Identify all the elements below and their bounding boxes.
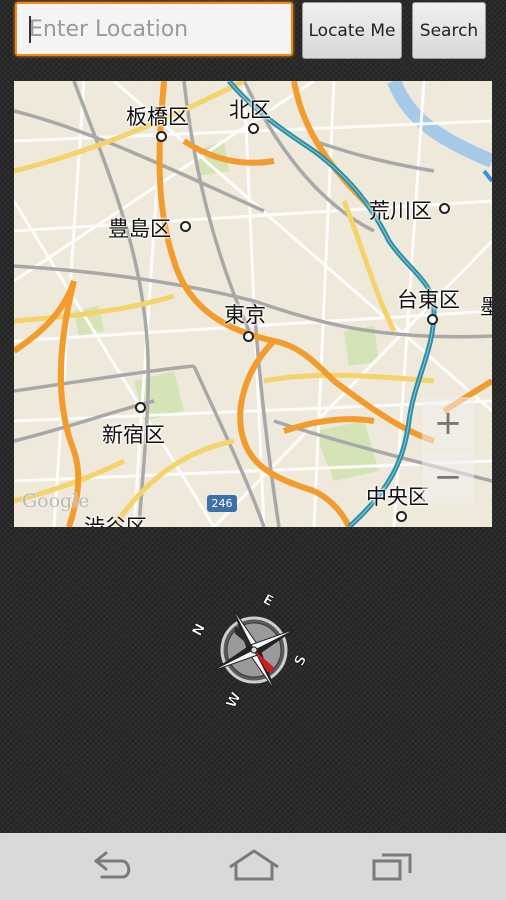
- map-label-arakawa: 荒川区: [369, 199, 432, 223]
- map-label-kita: 北区: [229, 98, 271, 122]
- map-label-toshima: 豊島区: [108, 217, 171, 241]
- map-label-shinjuku: 新宿区: [102, 423, 165, 447]
- compass-widget: N E S W: [189, 591, 310, 711]
- zoom-out-button[interactable]: −: [422, 451, 474, 503]
- map-view[interactable]: 板橋区 北区 荒川区 豊島区 台東区 東京 新宿区 中央区 渋谷区 墨 246 …: [14, 81, 492, 527]
- map-marker-toshima: [180, 221, 191, 232]
- map-marker-taito: [427, 314, 438, 325]
- home-icon[interactable]: [226, 847, 282, 887]
- compass-south-label: S: [291, 652, 310, 668]
- map-label-itabashi: 板橋区: [126, 105, 189, 129]
- map-marker-kita: [248, 123, 259, 134]
- map-label-taito: 台東区: [397, 288, 460, 312]
- system-navigation-bar: [0, 833, 506, 900]
- recent-apps-icon[interactable]: [370, 847, 418, 887]
- map-marker-shinjuku: [135, 402, 146, 413]
- zoom-in-button[interactable]: +: [422, 397, 474, 449]
- text-cursor: [29, 16, 31, 43]
- back-arrow-icon[interactable]: [88, 847, 138, 887]
- map-marker-itabashi: [156, 131, 167, 142]
- compass-rose-icon: [213, 609, 295, 691]
- map-label-chuo: 中央区: [366, 485, 429, 509]
- compass-west-label: W: [223, 690, 244, 711]
- location-input[interactable]: [15, 2, 293, 56]
- search-button[interactable]: Search: [412, 2, 486, 59]
- locate-me-button[interactable]: Locate Me: [302, 2, 402, 59]
- google-attribution: Google: [22, 490, 90, 512]
- map-marker-tokyo: [243, 331, 254, 342]
- map-label-edge: 墨: [480, 295, 492, 319]
- map-label-tokyo: 東京: [224, 303, 266, 327]
- map-marker-chuo: [396, 511, 407, 522]
- compass-north-label: N: [189, 621, 209, 639]
- compass-east-label: E: [260, 591, 276, 610]
- map-label-shibuya: 渋谷区: [84, 515, 147, 527]
- map-marker-arakawa: [439, 203, 450, 214]
- route-246-shield: 246: [207, 495, 237, 512]
